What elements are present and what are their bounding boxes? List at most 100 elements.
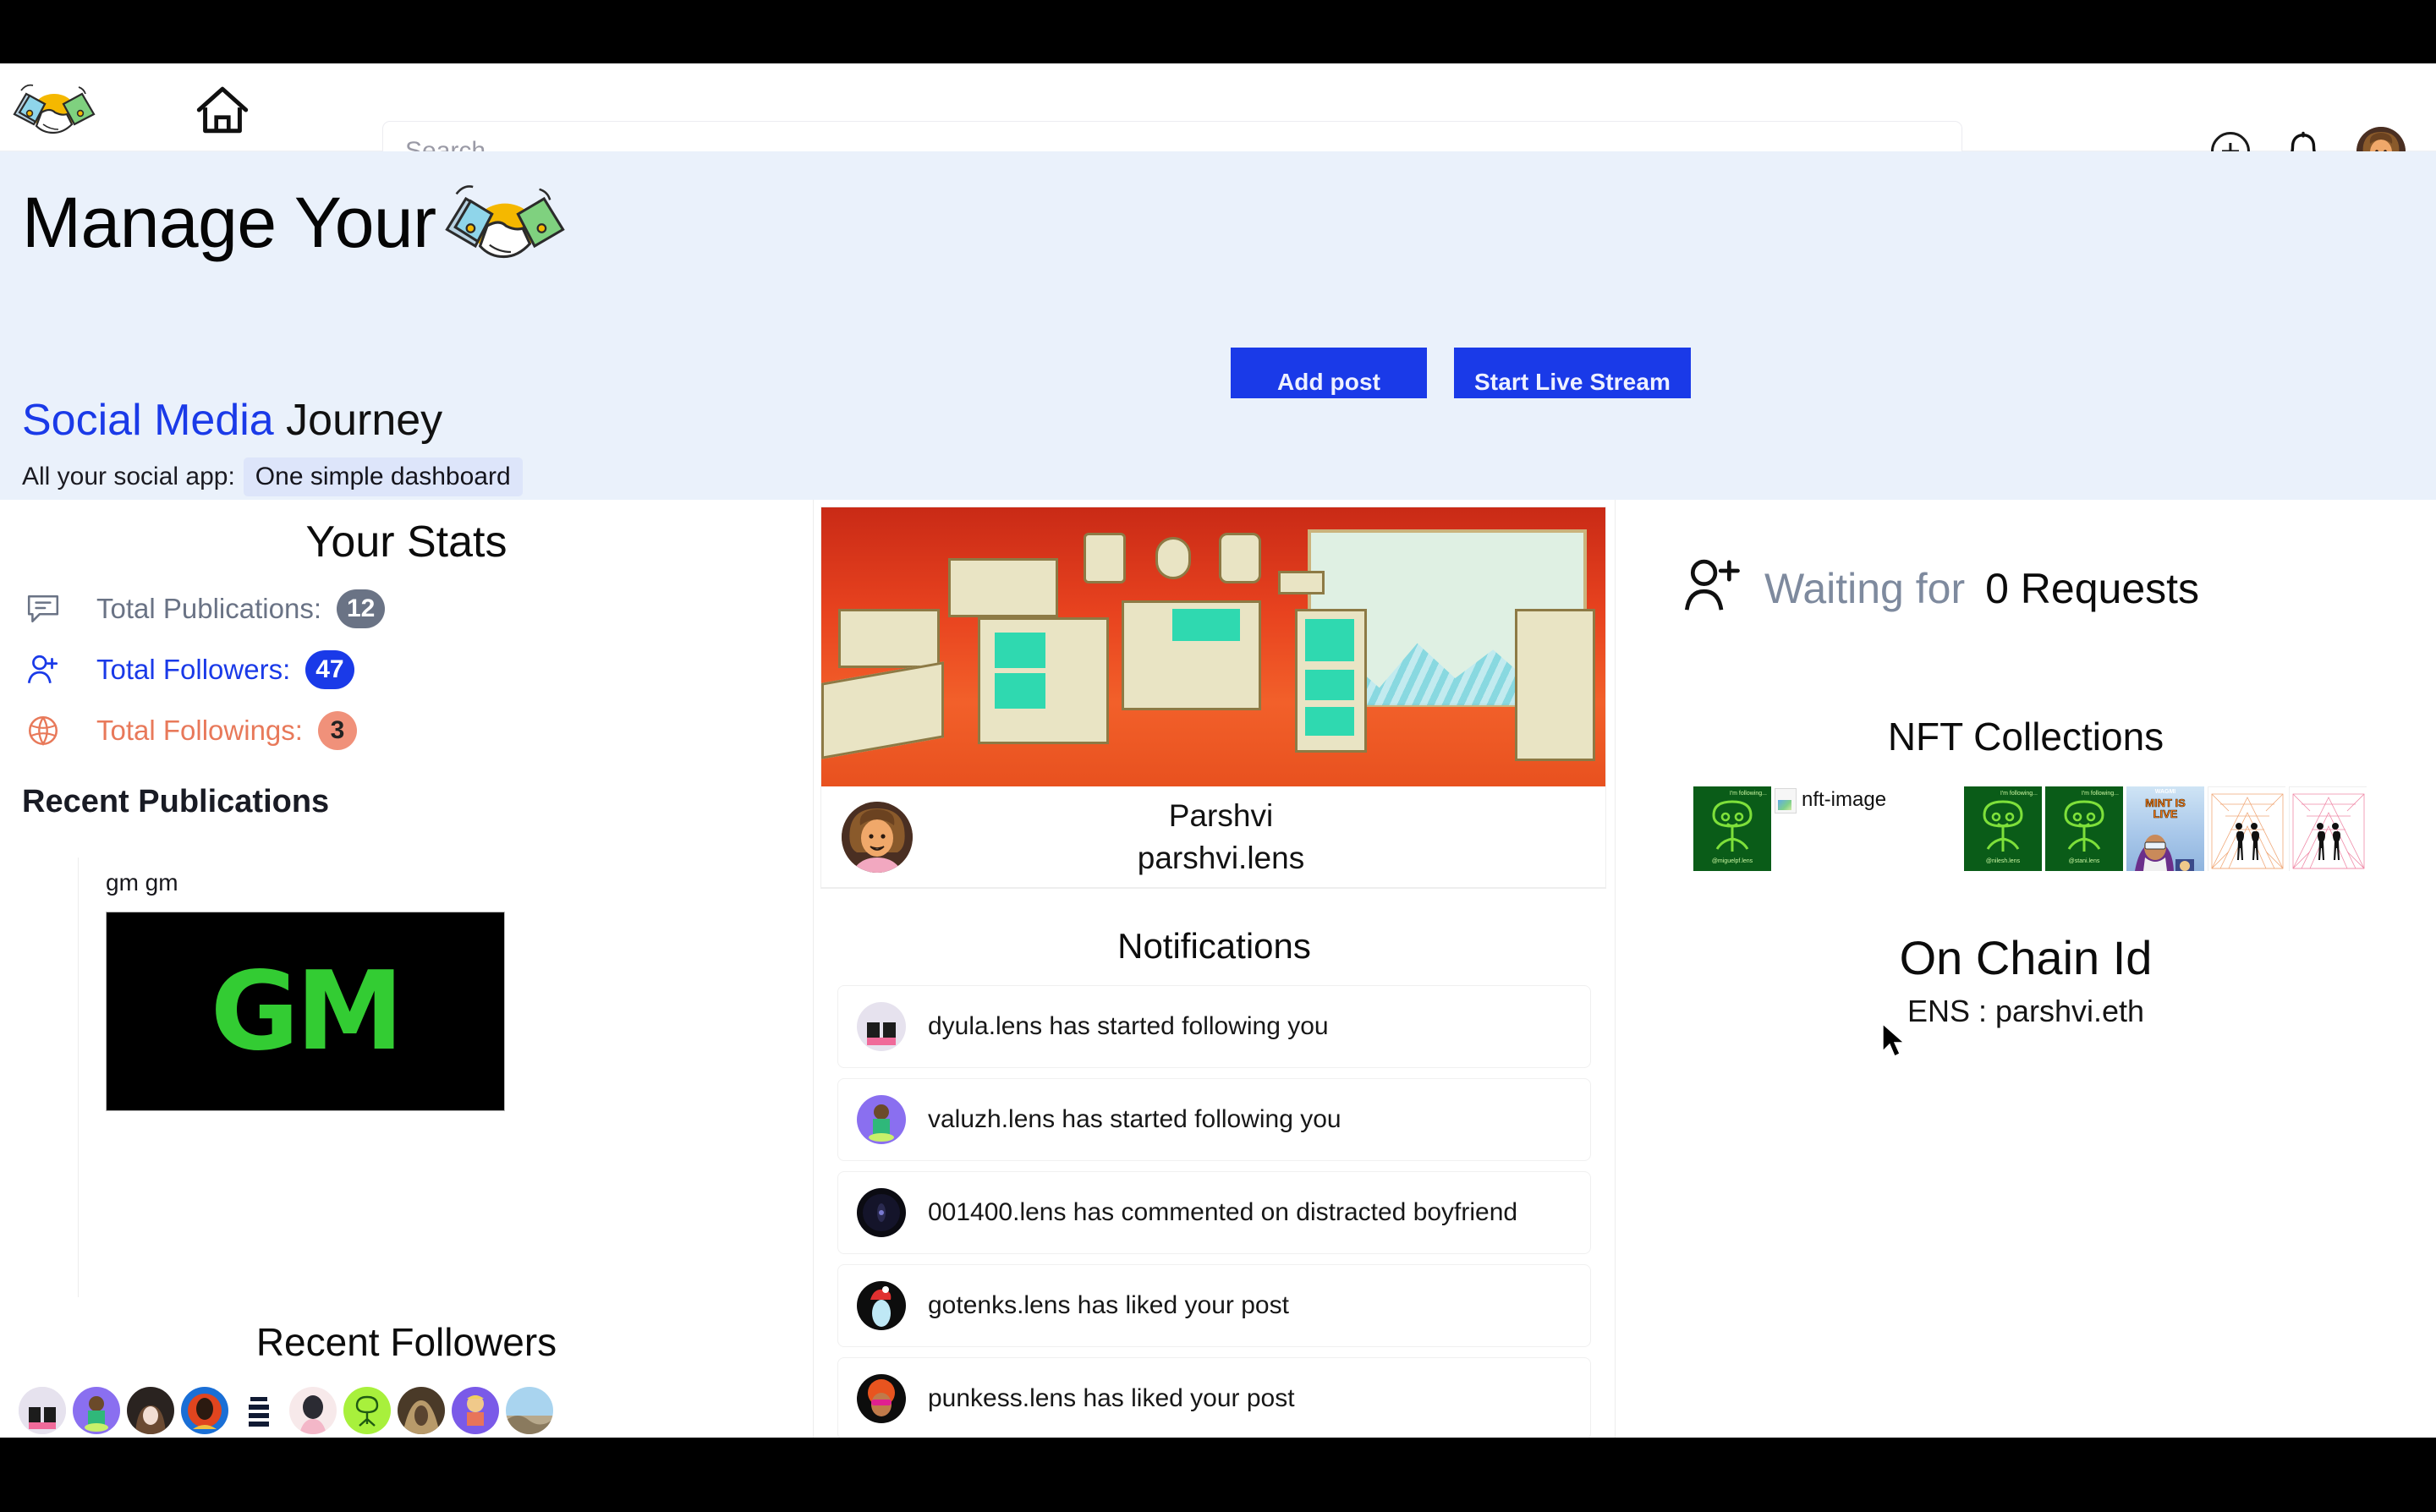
stat-total-followers: Total Followers: 47 [0,650,813,689]
hero-banner: Manage Your Add post Start Live Stream [0,151,2436,398]
comment-icon [25,591,73,627]
follower-avatar[interactable] [127,1387,174,1434]
subtitle: Social Media Journey [22,398,2436,442]
user-plus-icon [25,652,73,688]
nft-handle: @miguelpf.lens [1711,858,1753,864]
letterbox-bottom-bar [0,1438,2436,1512]
notification-item[interactable]: gotenks.lens has liked your post [837,1264,1591,1347]
notification-item[interactable]: punkess.lens has liked your post [837,1357,1591,1438]
stat-label: Total Followings: [96,715,303,746]
stat-total-publications: Total Publications: 12 [0,589,813,628]
letterbox-top-bar [0,0,2436,63]
recent-publications-heading: Recent Publications [22,784,330,819]
page-title: Manage Your [22,175,577,270]
profile-avatar[interactable] [842,801,913,873]
left-column: Your Stats Total Publications: 12 Total … [0,500,814,1438]
profile-identity: Parshvi parshvi.lens [913,798,1529,876]
user-plus-icon [1680,556,1744,621]
notification-text: valuzh.lens has started following you [928,1105,1341,1133]
notification-avatar [857,1095,906,1144]
profile-card: Parshvi parshvi.lens [820,507,1606,889]
nft-card-broken-image[interactable]: nft-image [1775,786,1961,871]
follower-avatar[interactable] [73,1387,120,1434]
recent-followers-list [0,1387,813,1434]
broken-image-icon [1775,788,1797,814]
nft-mint-line2: LIVE [2153,808,2178,820]
publication-image: GM [106,912,505,1111]
stat-value: 3 [317,711,357,750]
profile-header: Parshvi parshvi.lens [821,786,1605,888]
nft-collections-heading: NFT Collections [1887,715,2164,759]
stat-value: 47 [305,650,354,689]
subtitle-accent: Social Media [22,396,274,445]
tagline-badge: One simple dashboard [243,457,523,496]
nft-card-art[interactable] [2289,786,2367,871]
right-column: Waiting for 0 Requests NFT Collections I… [1616,500,2436,1438]
publication-image-text: GM [210,948,403,1075]
follower-avatar[interactable] [452,1387,499,1434]
app-page: Manage Your [0,63,2436,1438]
notification-text: dyula.lens has started following you [928,1012,1329,1040]
nft-handle: @stani.lens [2068,858,2100,864]
hero-actions: Add post Start Live Stream [1231,348,1692,398]
onchain-ens-value: ENS : parshvi.eth [1907,994,2145,1028]
handshake-logo-icon[interactable] [7,75,102,143]
nft-card[interactable]: I'm following... @stani.lens [2045,786,2123,871]
stat-label: Total Publications: [96,593,321,624]
subtitle-rest: Journey [273,396,443,445]
follow-requests-label: Waiting for [1764,564,1966,612]
follower-avatar[interactable] [506,1387,553,1434]
notification-avatar [857,1002,906,1051]
globe-icon [25,713,73,748]
stat-value: 12 [336,589,386,628]
nft-handle: @nilesh.lens [1985,858,2021,864]
nft-card[interactable]: I'm following... @miguelpf.lens [1693,786,1771,871]
notification-text: 001400.lens has commented on distracted … [928,1198,1518,1226]
main-content: Your Stats Total Publications: 12 Total … [0,500,2436,1438]
profile-cover-image [821,507,1605,786]
tagline-prefix: All your social app: [22,463,235,490]
nft-card-art[interactable] [2208,786,2285,871]
nft-wagmi-label: WAGMI [2154,789,2176,795]
notification-item[interactable]: 001400.lens has commented on distracted … [837,1171,1591,1254]
stat-label: Total Followers: [96,654,291,685]
follow-requests-count: 0 Requests [1985,564,2200,612]
notifications-list: dyula.lens has started following you val… [814,985,1615,1438]
start-live-stream-button[interactable]: Start Live Stream [1454,348,1692,398]
notification-avatar [857,1188,906,1237]
hero-subhead: Social Media Journey All your social app… [0,398,2436,500]
notification-avatar [857,1281,906,1330]
follower-avatar[interactable] [181,1387,228,1434]
onchain-id-heading: On Chain Id [1899,931,2153,984]
home-icon[interactable] [193,82,252,138]
recent-followers-heading: Recent Followers [255,1320,557,1364]
notification-text: punkess.lens has liked your post [928,1384,1295,1412]
page-title-text: Manage Your [22,182,436,262]
follow-requests-row: Waiting for 0 Requests [1616,500,2436,621]
profile-name: Parshvi [1168,797,1274,833]
stat-total-followings: Total Followings: 3 [0,711,813,750]
profile-handle: parshvi.lens [1137,840,1305,875]
notifications-heading: Notifications [1117,926,1311,966]
notification-item[interactable]: valuzh.lens has started following you [837,1078,1591,1161]
nft-card[interactable]: I'm following... @nilesh.lens [1964,786,2042,871]
stats-heading: Your Stats [305,518,508,567]
center-column: Parshvi parshvi.lens Notifications dyula… [814,500,1616,1438]
publication-card[interactable]: gm gm GM [78,857,508,1297]
nft-collections-grid: I'm following... @miguelpf.lens nft-imag… [1616,786,2394,876]
follower-avatar[interactable] [398,1387,445,1434]
follower-avatar[interactable] [235,1387,283,1434]
nft-image-alt-text: nft-image [1802,788,1887,811]
notification-avatar [857,1374,906,1423]
follower-avatar[interactable] [343,1387,391,1434]
tagline: All your social app: One simple dashboar… [22,457,2436,496]
notification-item[interactable]: dyula.lens has started following you [837,985,1591,1068]
publication-text: gm gm [106,869,178,896]
nft-card-wagmi[interactable]: WAGMI MINT IS LIVE [2126,786,2204,871]
handshake-logo-icon [433,175,577,270]
notification-text: gotenks.lens has liked your post [928,1291,1289,1319]
add-post-button[interactable]: Add post [1231,348,1427,398]
follower-avatar[interactable] [289,1387,337,1434]
top-navbar [0,63,2436,182]
follower-avatar[interactable] [19,1387,66,1434]
